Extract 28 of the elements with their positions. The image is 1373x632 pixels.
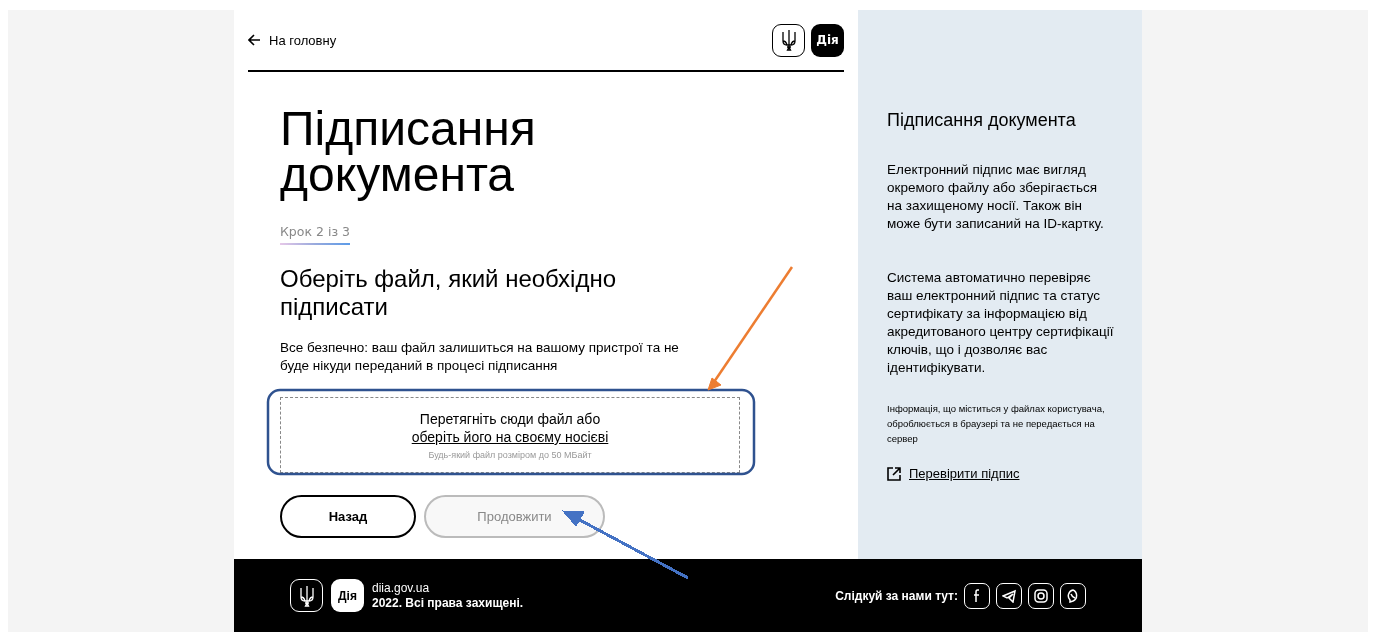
- drop-instruction: Перетягніть сюди файл або оберіть його на своєму носієві: [410, 410, 610, 446]
- diia-logo[interactable]: Дія: [811, 23, 844, 57]
- security-note: Все безпечно: ваш файл залишиться на вашому пристрої та не буде нікуди переданий в процесі підписання: [280, 339, 680, 375]
- facebook-icon[interactable]: [964, 582, 990, 609]
- site-address: diia.gov.ua: [372, 580, 431, 596]
- back-arrow-icon: [248, 34, 261, 46]
- instagram-icon[interactable]: [1028, 582, 1054, 609]
- trident-icon: [780, 29, 797, 51]
- follow-us-label: Слідкуй за нами тут:: [835, 588, 958, 603]
- privacy-note: Інформація, що міститься у файлах користувача, оброблюється в браузері та не передається на сервер: [887, 402, 1106, 446]
- home-link[interactable]: На головну: [248, 32, 337, 48]
- step-indicator: Крок 2 із 3: [280, 224, 350, 245]
- telegram-icon[interactable]: [996, 582, 1022, 609]
- back-button[interactable]: Назад: [280, 495, 416, 538]
- external-link-icon: [887, 466, 901, 481]
- file-size-hint: Будь-який файл розміром до 50 МБайт: [428, 450, 592, 460]
- copyright-text: 2022. Всі права захищені.: [372, 595, 524, 611]
- home-link-label[interactable]: На головну: [269, 32, 337, 48]
- file-drop-zone[interactable]: Перетягніть сюди файл або оберіть його на своєму носієві Будь-який файл розміром до 50 МБайт: [280, 397, 740, 473]
- choose-file-link[interactable]: оберіть його на своєму носієві: [411, 429, 609, 445]
- verify-signature-link[interactable]: Перевірити підпис: [887, 466, 1114, 481]
- trident-icon: [298, 584, 315, 607]
- info-paragraph: Система автоматично перевіряє ваш електронний підпис та статус сертифікату за інформацією від акредитованого центру сертифікації ключів, що і дозволяє вас ідентифікувати.: [887, 269, 1114, 377]
- diia-logo[interactable]: Дія: [331, 579, 364, 612]
- sidebar-title: Підписання документа: [887, 110, 1077, 131]
- info-paragraph: Електронний підпис має вигляд окремого файлу або зберігається на захищеному носії. Також він може бути записаний на ID-картку.: [887, 161, 1105, 233]
- section-heading: Оберіть файл, який необхідно підписати: [280, 265, 617, 321]
- trident-logo[interactable]: [772, 23, 805, 57]
